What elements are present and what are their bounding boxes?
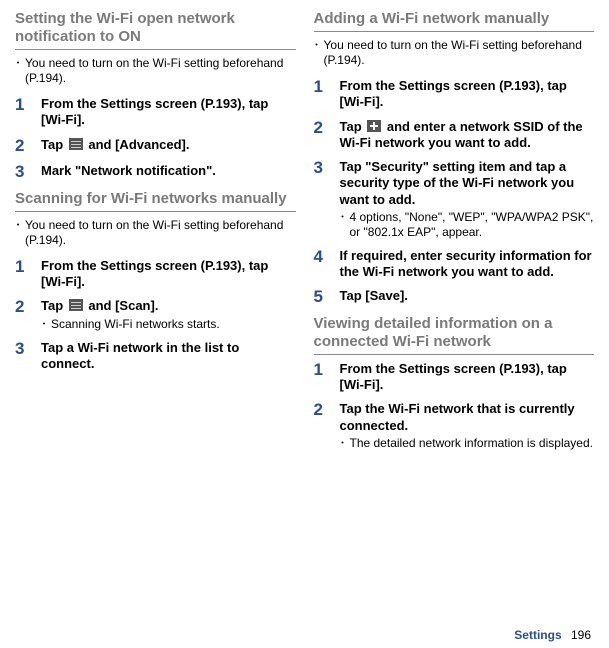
step-item: 1 From the Settings screen (P.193), tap …: [15, 96, 296, 129]
menu-icon: [69, 138, 83, 150]
step-number: 5: [314, 288, 340, 307]
step-number: 2: [314, 401, 340, 420]
step-instruction: Tap a Wi-Fi network in the list to conne…: [41, 340, 296, 373]
bullet-dot: ･: [340, 436, 350, 451]
step-number: 1: [15, 258, 41, 277]
step-instruction: Tap [Save].: [340, 288, 595, 304]
step-item: 2 Tap the Wi-Fi network that is currentl…: [314, 401, 595, 451]
left-column: Setting the Wi-Fi open network notificat…: [15, 10, 296, 459]
note-text: You need to turn on the Wi-Fi setting be…: [25, 218, 296, 248]
step-number: 2: [15, 137, 41, 156]
note-text: You need to turn on the Wi-Fi setting be…: [324, 38, 595, 68]
step-item: 1 From the Settings screen (P.193), tap …: [314, 361, 595, 394]
step-instruction: If required, enter security information …: [340, 248, 595, 281]
note-bullet: ･ You need to turn on the Wi-Fi setting …: [15, 56, 296, 86]
bullet-dot: ･: [15, 218, 25, 248]
step-number: 2: [15, 298, 41, 317]
step-instruction: Tap the Wi-Fi network that is currently …: [340, 401, 595, 434]
note-bullet: ･ You need to turn on the Wi-Fi setting …: [15, 218, 296, 248]
step-item: 1 From the Settings screen (P.193), tap …: [15, 258, 296, 291]
step-number: 1: [314, 361, 340, 380]
step-instruction: Tap and [Advanced].: [41, 137, 296, 153]
footer-section-label: Settings: [514, 628, 561, 642]
section-title: Viewing detailed information on a connec…: [314, 315, 595, 355]
menu-icon: [69, 299, 83, 311]
step-number: 3: [15, 340, 41, 359]
step-item: 2 Tap and [Advanced].: [15, 137, 296, 156]
step-item: 2 Tap and enter a network SSID of the Wi…: [314, 119, 595, 152]
right-column: Adding a Wi-Fi network manually ･ You ne…: [314, 10, 595, 459]
step-instruction: From the Settings screen (P.193), tap [W…: [41, 96, 296, 129]
section-title: Scanning for Wi-Fi networks manually: [15, 190, 296, 212]
step-item: 4 If required, enter security informatio…: [314, 248, 595, 281]
bullet-dot: ･: [15, 56, 25, 86]
step-sub: ･ The detailed network information is di…: [340, 436, 595, 451]
step-item: 5 Tap [Save].: [314, 288, 595, 307]
bullet-dot: ･: [340, 210, 350, 240]
step-number: 3: [15, 163, 41, 182]
note-bullet: ･ You need to turn on the Wi-Fi setting …: [314, 38, 595, 68]
section-title: Adding a Wi-Fi network manually: [314, 10, 595, 32]
step-sub: ･ 4 options, "None", "WEP", "WPA/WPA2 PS…: [340, 210, 595, 240]
step-instruction: From the Settings screen (P.193), tap [W…: [340, 78, 595, 111]
step-number: 1: [314, 78, 340, 97]
step-number: 1: [15, 96, 41, 115]
step-item: 3 Tap a Wi-Fi network in the list to con…: [15, 340, 296, 373]
plus-icon: [367, 120, 381, 132]
step-number: 3: [314, 159, 340, 178]
step-number: 4: [314, 248, 340, 267]
step-instruction: Tap "Security" setting item and tap a se…: [340, 159, 595, 208]
step-instruction: From the Settings screen (P.193), tap [W…: [340, 361, 595, 394]
step-number: 2: [314, 119, 340, 138]
step-instruction: Tap and enter a network SSID of the Wi-F…: [340, 119, 595, 152]
step-item: 3 Mark "Network notification".: [15, 163, 296, 182]
step-item: 1 From the Settings screen (P.193), tap …: [314, 78, 595, 111]
step-instruction: Mark "Network notification".: [41, 163, 296, 179]
step-item: 3 Tap "Security" setting item and tap a …: [314, 159, 595, 240]
step-instruction: From the Settings screen (P.193), tap [W…: [41, 258, 296, 291]
step-sub: ･ Scanning Wi-Fi networks starts.: [41, 317, 296, 332]
page-number: 196: [571, 628, 591, 642]
bullet-dot: ･: [41, 317, 51, 332]
step-instruction: Tap and [Scan].: [41, 298, 296, 314]
bullet-dot: ･: [314, 38, 324, 68]
section-title: Setting the Wi-Fi open network notificat…: [15, 10, 296, 50]
step-item: 2 Tap and [Scan]. ･ Scanning Wi-Fi netwo…: [15, 298, 296, 331]
note-text: You need to turn on the Wi-Fi setting be…: [25, 56, 296, 86]
page-footer: Settings 196: [514, 628, 591, 642]
